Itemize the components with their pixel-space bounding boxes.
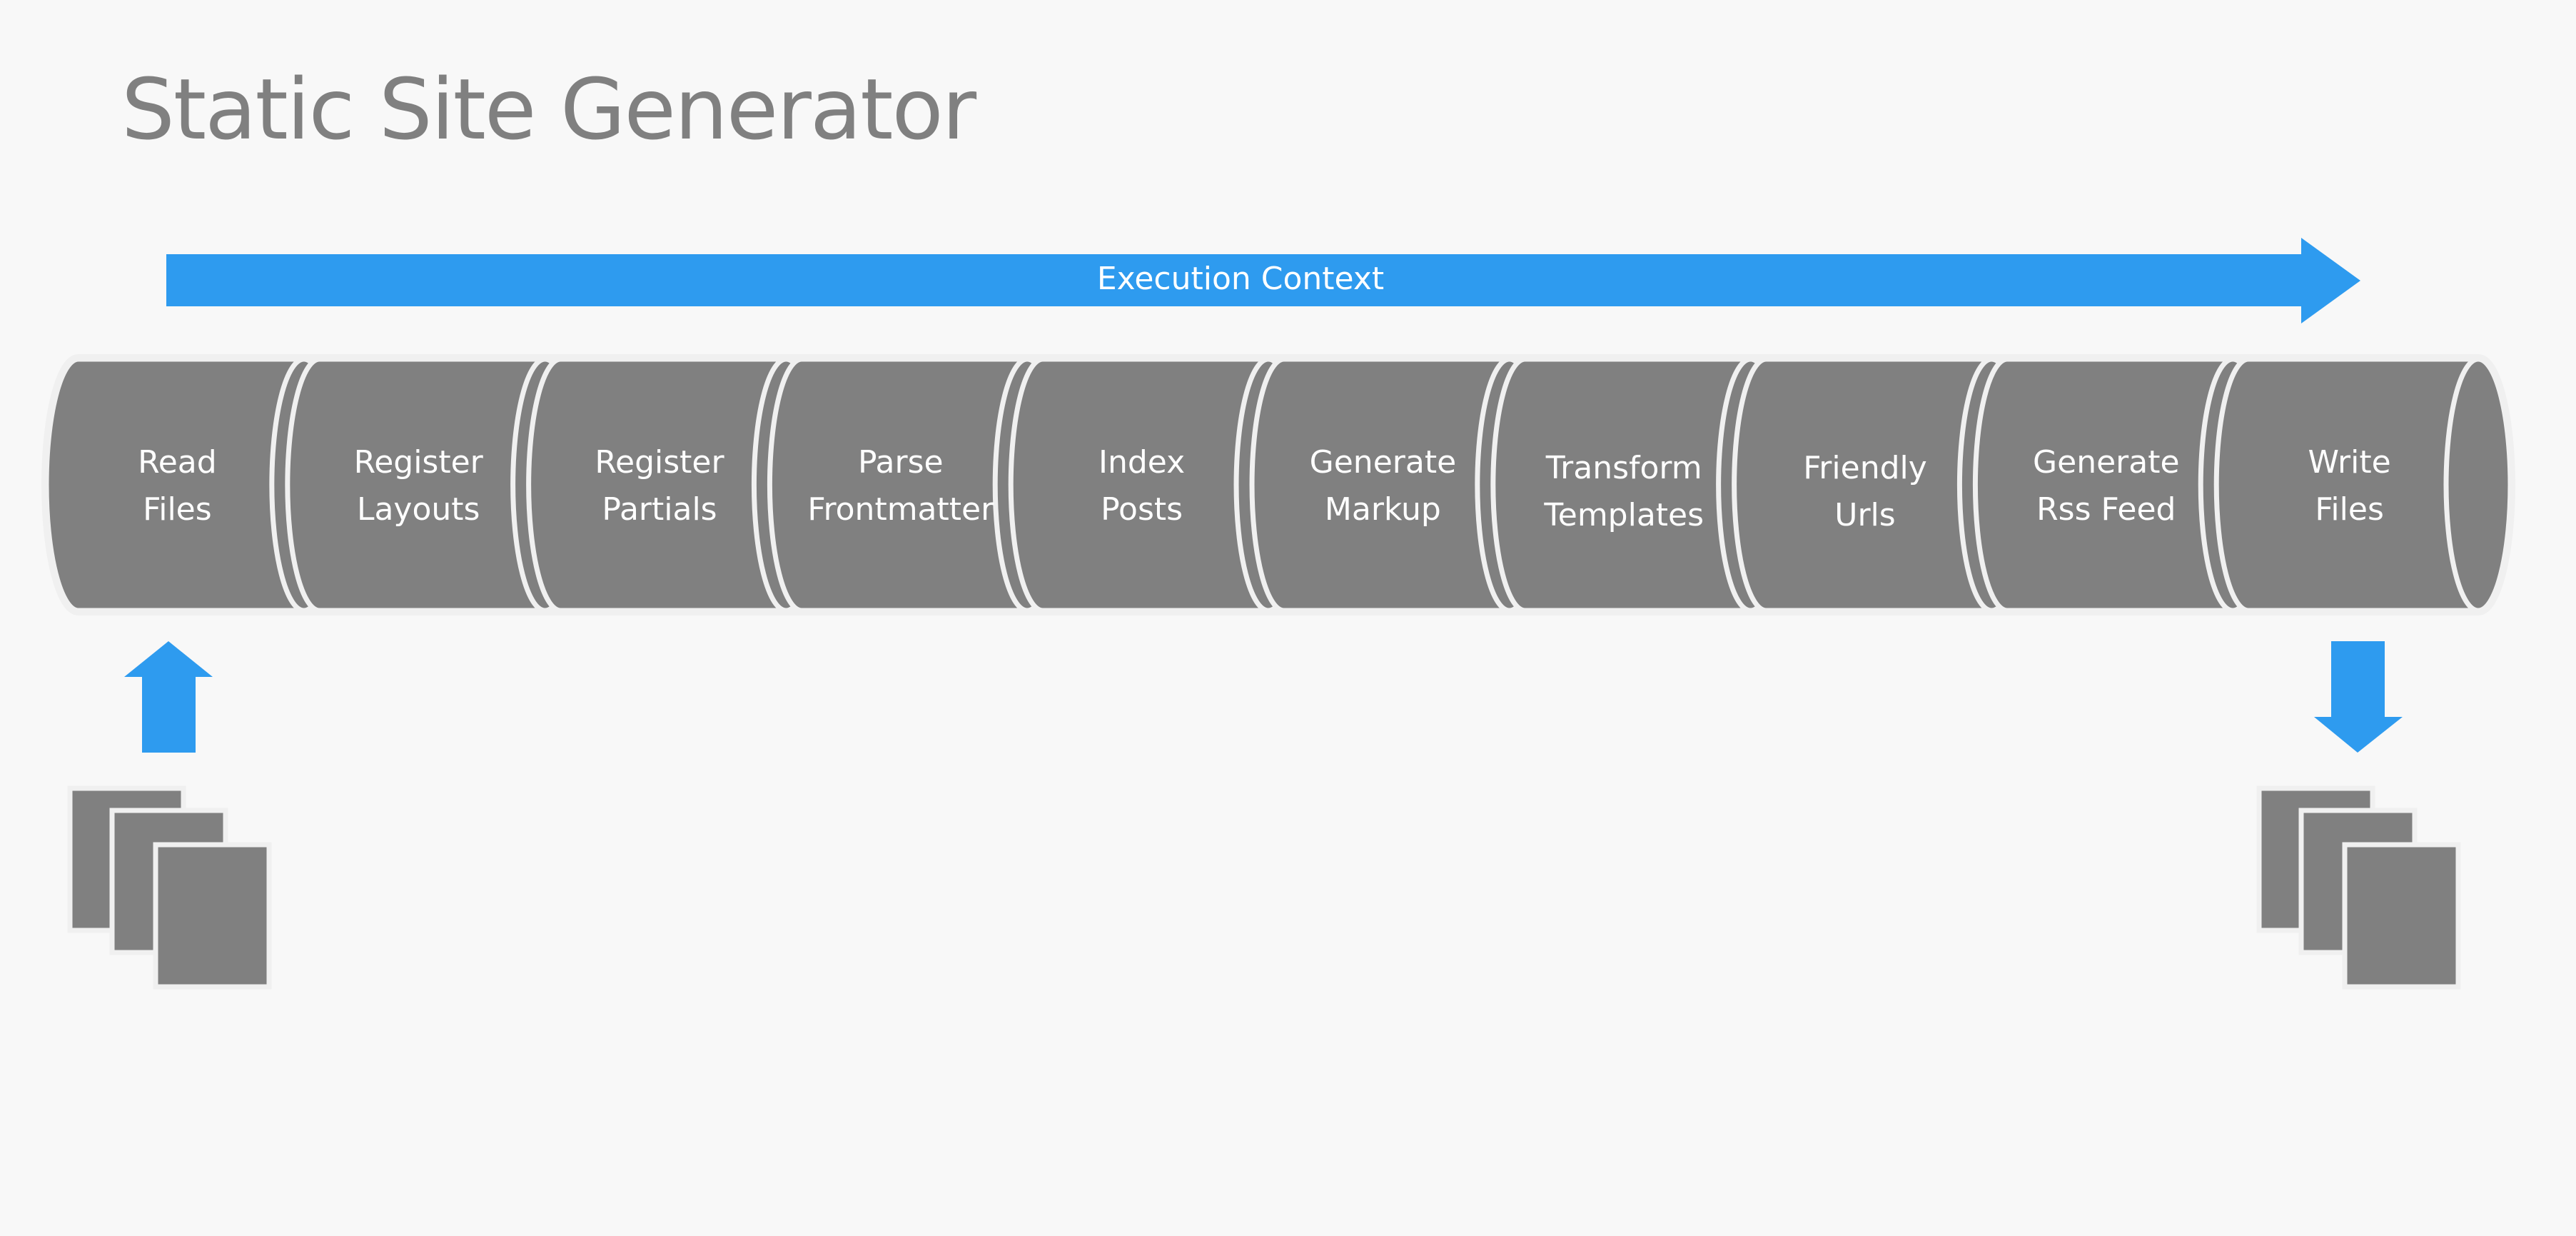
pipeline-step-label-line: Files <box>2315 491 2384 528</box>
pipeline-step-label-line: Index <box>1098 444 1185 481</box>
document-sheet <box>2342 842 2461 990</box>
documents-icon <box>67 785 272 990</box>
arrow-down-icon <box>2314 641 2403 753</box>
pipeline-step-label-line: Markup <box>1325 491 1441 528</box>
pipeline-step-label-line: Files <box>143 491 212 528</box>
pipeline-step-label-line: Frontmatter <box>807 491 994 528</box>
pipeline-step-body <box>2213 356 2513 613</box>
pipeline-step-label-line: Register <box>595 444 724 481</box>
pipeline-step-label-line: Generate <box>1310 444 1457 481</box>
document-sheet <box>153 842 272 990</box>
pipeline-step-label-line: Posts <box>1101 491 1183 528</box>
pipeline-cylinder: Read Files Register Layouts Register Partials… <box>41 354 2515 616</box>
pipeline-step-label-line: Write <box>2308 444 2391 481</box>
pipeline-step-label-line: Read <box>138 444 217 481</box>
pipeline-step-label-line: Templates <box>1543 497 1704 533</box>
output-files <box>2256 641 2461 990</box>
pipeline-step-label-line: Transform <box>1545 450 1702 486</box>
pipeline-step-label-line: Layouts <box>357 491 480 528</box>
execution-context-label: Execution Context <box>1097 261 1384 297</box>
pipeline-step-label-line: Partials <box>602 491 717 528</box>
pipeline-step-label-line: Rss Feed <box>2036 491 2176 528</box>
pipeline-step-label-line: Register <box>354 444 484 481</box>
pipeline-diagram: Execution Context Read Files Register Layou… <box>41 238 2515 990</box>
pipeline-step-label-line: Urls <box>1834 497 1895 533</box>
execution-context-arrow: Execution Context <box>166 238 2360 323</box>
pipeline-step-label-line: Parse <box>858 444 944 481</box>
input-files <box>67 641 272 990</box>
arrow-up-icon <box>124 641 213 753</box>
pipeline-step-label-line: Friendly <box>1803 450 1927 486</box>
documents-icon <box>2256 785 2461 990</box>
pipeline-step-label-line: Generate <box>2033 444 2180 481</box>
pipeline-step <box>2213 356 2513 613</box>
